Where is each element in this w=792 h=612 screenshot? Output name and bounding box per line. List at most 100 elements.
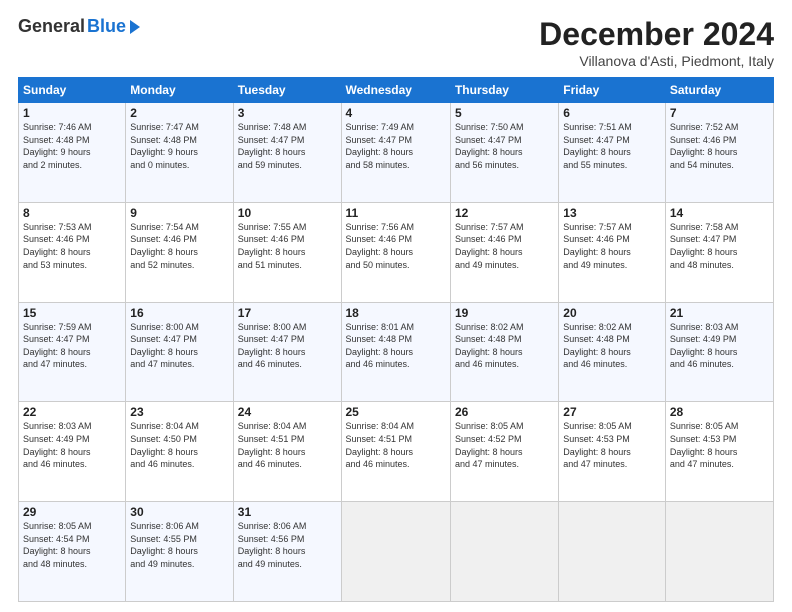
calendar-week-row: 15Sunrise: 7:59 AM Sunset: 4:47 PM Dayli… bbox=[19, 302, 774, 402]
day-number: 23 bbox=[130, 405, 228, 419]
day-number: 16 bbox=[130, 306, 228, 320]
calendar-cell: 2Sunrise: 7:47 AM Sunset: 4:48 PM Daylig… bbox=[126, 103, 233, 203]
day-info: Sunrise: 7:50 AM Sunset: 4:47 PM Dayligh… bbox=[455, 121, 554, 171]
day-info: Sunrise: 8:04 AM Sunset: 4:51 PM Dayligh… bbox=[238, 420, 337, 470]
calendar-cell: 4Sunrise: 7:49 AM Sunset: 4:47 PM Daylig… bbox=[341, 103, 450, 203]
calendar-cell: 13Sunrise: 7:57 AM Sunset: 4:46 PM Dayli… bbox=[559, 202, 666, 302]
day-of-week-header: Saturday bbox=[665, 78, 773, 103]
day-number: 1 bbox=[23, 106, 121, 120]
day-number: 25 bbox=[346, 405, 446, 419]
day-info: Sunrise: 8:02 AM Sunset: 4:48 PM Dayligh… bbox=[455, 321, 554, 371]
calendar-cell: 3Sunrise: 7:48 AM Sunset: 4:47 PM Daylig… bbox=[233, 103, 341, 203]
day-info: Sunrise: 7:49 AM Sunset: 4:47 PM Dayligh… bbox=[346, 121, 446, 171]
day-of-week-header: Thursday bbox=[450, 78, 558, 103]
subtitle: Villanova d'Asti, Piedmont, Italy bbox=[539, 53, 774, 69]
day-number: 11 bbox=[346, 206, 446, 220]
day-number: 3 bbox=[238, 106, 337, 120]
calendar-cell bbox=[341, 502, 450, 602]
day-number: 14 bbox=[670, 206, 769, 220]
day-info: Sunrise: 8:01 AM Sunset: 4:48 PM Dayligh… bbox=[346, 321, 446, 371]
day-info: Sunrise: 8:03 AM Sunset: 4:49 PM Dayligh… bbox=[23, 420, 121, 470]
calendar-week-row: 8Sunrise: 7:53 AM Sunset: 4:46 PM Daylig… bbox=[19, 202, 774, 302]
day-of-week-header: Sunday bbox=[19, 78, 126, 103]
header: General Blue December 2024 Villanova d'A… bbox=[18, 16, 774, 69]
day-info: Sunrise: 8:02 AM Sunset: 4:48 PM Dayligh… bbox=[563, 321, 661, 371]
page: General Blue December 2024 Villanova d'A… bbox=[0, 0, 792, 612]
calendar-cell: 14Sunrise: 7:58 AM Sunset: 4:47 PM Dayli… bbox=[665, 202, 773, 302]
day-number: 2 bbox=[130, 106, 228, 120]
calendar-header-row: SundayMondayTuesdayWednesdayThursdayFrid… bbox=[19, 78, 774, 103]
day-info: Sunrise: 7:56 AM Sunset: 4:46 PM Dayligh… bbox=[346, 221, 446, 271]
day-number: 7 bbox=[670, 106, 769, 120]
day-number: 27 bbox=[563, 405, 661, 419]
day-info: Sunrise: 8:05 AM Sunset: 4:53 PM Dayligh… bbox=[670, 420, 769, 470]
logo-blue-text: Blue bbox=[87, 16, 126, 37]
day-number: 9 bbox=[130, 206, 228, 220]
day-info: Sunrise: 7:54 AM Sunset: 4:46 PM Dayligh… bbox=[130, 221, 228, 271]
calendar-cell: 12Sunrise: 7:57 AM Sunset: 4:46 PM Dayli… bbox=[450, 202, 558, 302]
calendar-cell: 28Sunrise: 8:05 AM Sunset: 4:53 PM Dayli… bbox=[665, 402, 773, 502]
calendar-cell: 8Sunrise: 7:53 AM Sunset: 4:46 PM Daylig… bbox=[19, 202, 126, 302]
day-info: Sunrise: 7:55 AM Sunset: 4:46 PM Dayligh… bbox=[238, 221, 337, 271]
calendar-cell: 21Sunrise: 8:03 AM Sunset: 4:49 PM Dayli… bbox=[665, 302, 773, 402]
day-number: 12 bbox=[455, 206, 554, 220]
calendar-cell: 31Sunrise: 8:06 AM Sunset: 4:56 PM Dayli… bbox=[233, 502, 341, 602]
calendar-cell: 23Sunrise: 8:04 AM Sunset: 4:50 PM Dayli… bbox=[126, 402, 233, 502]
day-info: Sunrise: 8:06 AM Sunset: 4:56 PM Dayligh… bbox=[238, 520, 337, 570]
calendar-cell bbox=[559, 502, 666, 602]
day-info: Sunrise: 8:05 AM Sunset: 4:53 PM Dayligh… bbox=[563, 420, 661, 470]
day-number: 10 bbox=[238, 206, 337, 220]
day-number: 24 bbox=[238, 405, 337, 419]
calendar-cell: 7Sunrise: 7:52 AM Sunset: 4:46 PM Daylig… bbox=[665, 103, 773, 203]
calendar-cell: 6Sunrise: 7:51 AM Sunset: 4:47 PM Daylig… bbox=[559, 103, 666, 203]
calendar-cell: 29Sunrise: 8:05 AM Sunset: 4:54 PM Dayli… bbox=[19, 502, 126, 602]
calendar-cell: 9Sunrise: 7:54 AM Sunset: 4:46 PM Daylig… bbox=[126, 202, 233, 302]
day-number: 22 bbox=[23, 405, 121, 419]
day-info: Sunrise: 8:00 AM Sunset: 4:47 PM Dayligh… bbox=[130, 321, 228, 371]
day-number: 21 bbox=[670, 306, 769, 320]
day-info: Sunrise: 7:57 AM Sunset: 4:46 PM Dayligh… bbox=[563, 221, 661, 271]
day-number: 13 bbox=[563, 206, 661, 220]
day-number: 19 bbox=[455, 306, 554, 320]
calendar-cell: 5Sunrise: 7:50 AM Sunset: 4:47 PM Daylig… bbox=[450, 103, 558, 203]
day-of-week-header: Tuesday bbox=[233, 78, 341, 103]
calendar-cell: 10Sunrise: 7:55 AM Sunset: 4:46 PM Dayli… bbox=[233, 202, 341, 302]
logo-general-text: General bbox=[18, 16, 85, 37]
day-info: Sunrise: 8:06 AM Sunset: 4:55 PM Dayligh… bbox=[130, 520, 228, 570]
calendar-cell: 26Sunrise: 8:05 AM Sunset: 4:52 PM Dayli… bbox=[450, 402, 558, 502]
calendar-cell bbox=[665, 502, 773, 602]
calendar-cell: 16Sunrise: 8:00 AM Sunset: 4:47 PM Dayli… bbox=[126, 302, 233, 402]
calendar-week-row: 29Sunrise: 8:05 AM Sunset: 4:54 PM Dayli… bbox=[19, 502, 774, 602]
day-number: 18 bbox=[346, 306, 446, 320]
calendar-cell: 17Sunrise: 8:00 AM Sunset: 4:47 PM Dayli… bbox=[233, 302, 341, 402]
day-info: Sunrise: 8:05 AM Sunset: 4:54 PM Dayligh… bbox=[23, 520, 121, 570]
logo-arrow-icon bbox=[130, 20, 140, 34]
day-number: 29 bbox=[23, 505, 121, 519]
day-info: Sunrise: 7:58 AM Sunset: 4:47 PM Dayligh… bbox=[670, 221, 769, 271]
calendar-cell: 27Sunrise: 8:05 AM Sunset: 4:53 PM Dayli… bbox=[559, 402, 666, 502]
day-number: 26 bbox=[455, 405, 554, 419]
calendar-cell: 18Sunrise: 8:01 AM Sunset: 4:48 PM Dayli… bbox=[341, 302, 450, 402]
calendar-cell: 24Sunrise: 8:04 AM Sunset: 4:51 PM Dayli… bbox=[233, 402, 341, 502]
calendar-cell: 30Sunrise: 8:06 AM Sunset: 4:55 PM Dayli… bbox=[126, 502, 233, 602]
calendar-cell: 11Sunrise: 7:56 AM Sunset: 4:46 PM Dayli… bbox=[341, 202, 450, 302]
day-of-week-header: Friday bbox=[559, 78, 666, 103]
day-info: Sunrise: 8:03 AM Sunset: 4:49 PM Dayligh… bbox=[670, 321, 769, 371]
calendar-cell: 20Sunrise: 8:02 AM Sunset: 4:48 PM Dayli… bbox=[559, 302, 666, 402]
day-info: Sunrise: 8:04 AM Sunset: 4:51 PM Dayligh… bbox=[346, 420, 446, 470]
calendar-week-row: 1Sunrise: 7:46 AM Sunset: 4:48 PM Daylig… bbox=[19, 103, 774, 203]
day-info: Sunrise: 7:47 AM Sunset: 4:48 PM Dayligh… bbox=[130, 121, 228, 171]
day-number: 17 bbox=[238, 306, 337, 320]
day-info: Sunrise: 8:04 AM Sunset: 4:50 PM Dayligh… bbox=[130, 420, 228, 470]
calendar-table: SundayMondayTuesdayWednesdayThursdayFrid… bbox=[18, 77, 774, 602]
day-info: Sunrise: 8:05 AM Sunset: 4:52 PM Dayligh… bbox=[455, 420, 554, 470]
day-info: Sunrise: 7:51 AM Sunset: 4:47 PM Dayligh… bbox=[563, 121, 661, 171]
day-number: 6 bbox=[563, 106, 661, 120]
day-info: Sunrise: 7:46 AM Sunset: 4:48 PM Dayligh… bbox=[23, 121, 121, 171]
day-number: 31 bbox=[238, 505, 337, 519]
calendar-cell: 19Sunrise: 8:02 AM Sunset: 4:48 PM Dayli… bbox=[450, 302, 558, 402]
day-info: Sunrise: 7:48 AM Sunset: 4:47 PM Dayligh… bbox=[238, 121, 337, 171]
day-number: 5 bbox=[455, 106, 554, 120]
day-info: Sunrise: 7:57 AM Sunset: 4:46 PM Dayligh… bbox=[455, 221, 554, 271]
calendar-cell: 15Sunrise: 7:59 AM Sunset: 4:47 PM Dayli… bbox=[19, 302, 126, 402]
